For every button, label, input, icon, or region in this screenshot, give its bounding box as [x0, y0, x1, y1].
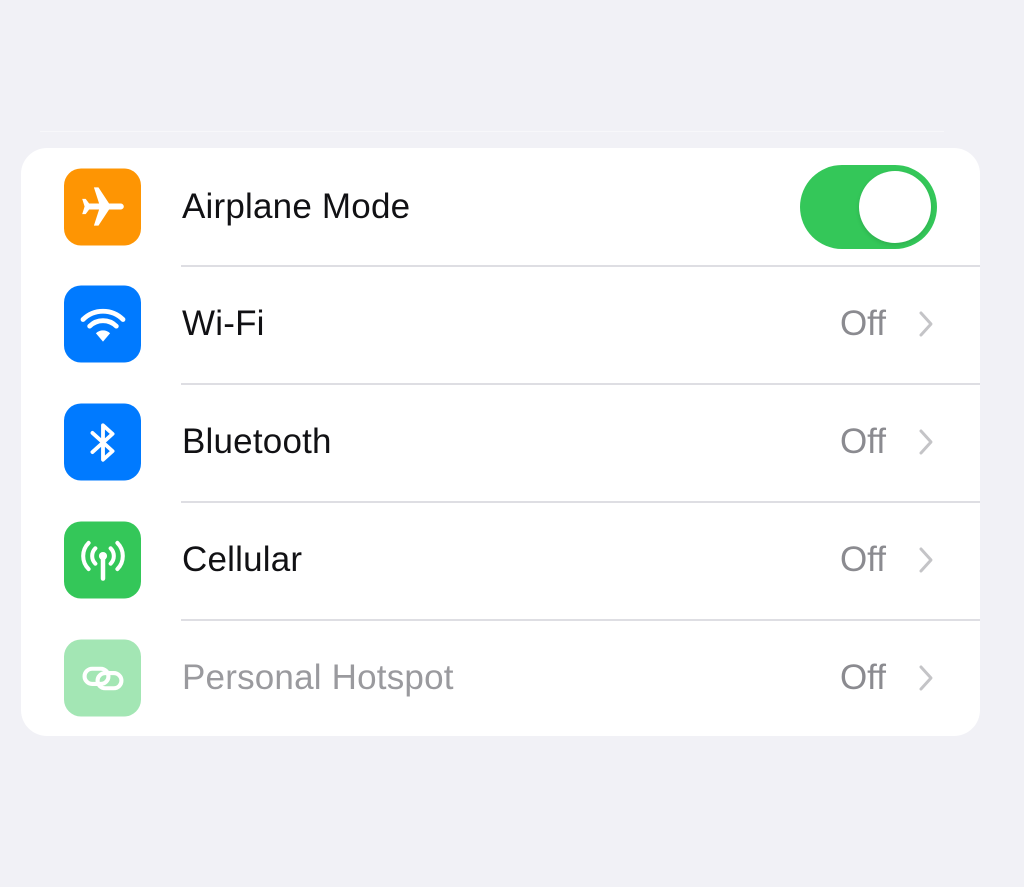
wifi-label: Wi-Fi — [182, 304, 265, 343]
bluetooth-status-value: Off — [839, 422, 886, 461]
personal-hotspot-label: Personal Hotspot — [182, 658, 454, 697]
row-airplane-mode: Airplane Mode — [21, 148, 980, 265]
chevron-right-icon — [919, 311, 933, 337]
connectivity-settings-group: Airplane Mode Wi-Fi Off Bluetooth Off Ce… — [21, 148, 980, 736]
cellular-icon-tile — [64, 521, 141, 599]
wifi-status-value: Off — [839, 304, 886, 343]
airplane-icon-tile — [64, 168, 141, 245]
personal-hotspot-status-value: Off — [839, 658, 886, 697]
row-cellular[interactable]: Cellular Off — [21, 501, 980, 619]
row-wifi[interactable]: Wi-Fi Off — [21, 265, 980, 383]
row-personal-hotspot: Personal Hotspot Off — [21, 619, 980, 736]
wifi-icon-tile — [64, 285, 141, 363]
toggle-knob — [859, 170, 931, 243]
hotspot-icon-tile — [64, 639, 141, 717]
bluetooth-label: Bluetooth — [182, 422, 332, 461]
airplane-mode-toggle[interactable] — [800, 164, 937, 249]
bluetooth-icon-tile — [64, 403, 141, 481]
row-bluetooth[interactable]: Bluetooth Off — [21, 383, 980, 501]
cellular-antenna-icon — [80, 540, 125, 581]
chevron-right-icon — [919, 547, 933, 573]
bluetooth-icon — [90, 422, 115, 462]
hotspot-link-icon — [82, 666, 123, 690]
airplane-icon — [81, 187, 124, 226]
section-top-divider — [40, 131, 944, 132]
cellular-label: Cellular — [182, 540, 303, 579]
chevron-right-icon — [919, 429, 933, 455]
chevron-right-icon — [919, 665, 933, 691]
cellular-status-value: Off — [839, 540, 886, 579]
wifi-icon — [80, 308, 125, 342]
airplane-mode-label: Airplane Mode — [182, 186, 411, 226]
